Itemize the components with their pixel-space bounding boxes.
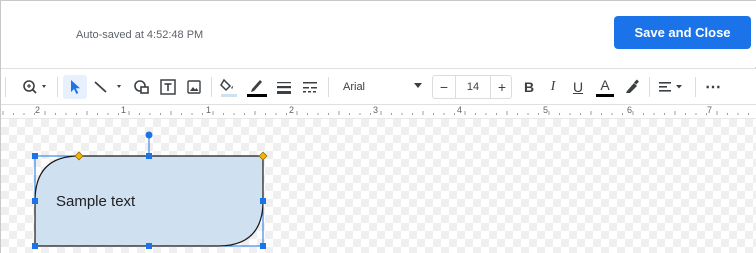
fill-color-icon	[220, 78, 237, 97]
align-button[interactable]	[655, 75, 689, 99]
toolbar-divider	[5, 77, 6, 97]
ruler-label: 7	[707, 105, 713, 115]
shape-text[interactable]: Sample text	[56, 193, 135, 210]
textbox-tool-button[interactable]	[157, 75, 179, 99]
text-color-swatch	[596, 93, 614, 97]
ruler-label: 2	[289, 105, 295, 115]
line-icon	[94, 81, 121, 93]
border-weight-icon	[277, 82, 291, 94]
toolbar-divider	[328, 77, 329, 97]
ruler-label: 1	[121, 105, 127, 115]
drawing-toolbar: Arial − 14 + B I U A ⋯	[1, 68, 756, 105]
increase-font-size-button[interactable]: +	[491, 76, 513, 98]
ruler-label: 3	[373, 105, 379, 115]
more-options-button[interactable]: ⋯	[701, 75, 725, 99]
border-dash-button[interactable]	[299, 75, 321, 99]
shape-icon	[134, 80, 149, 94]
font-size-control: − 14 +	[432, 75, 512, 99]
toolbar-divider	[649, 77, 650, 97]
decrease-font-size-button[interactable]: −	[433, 76, 455, 98]
zoom-icon	[23, 80, 46, 94]
zoom-button[interactable]	[21, 75, 51, 99]
border-dash-icon	[303, 82, 317, 93]
select-tool-button[interactable]	[63, 75, 87, 99]
image-icon	[187, 80, 201, 94]
italic-button[interactable]: I	[543, 75, 563, 99]
text-color-icon: A	[600, 76, 610, 93]
ruler-label: 1	[206, 105, 212, 115]
ruler-label: 6	[627, 105, 633, 115]
textbox-icon	[160, 79, 176, 95]
line-tool-button[interactable]	[91, 75, 127, 99]
font-size-input[interactable]: 14	[455, 76, 491, 98]
save-and-close-button[interactable]: Save and Close	[614, 16, 751, 49]
underline-icon: U	[572, 79, 584, 95]
font-name: Arial	[343, 81, 366, 93]
underline-button[interactable]: U	[567, 75, 589, 99]
fill-color-button[interactable]	[217, 75, 241, 99]
shape-tool-button[interactable]	[131, 75, 153, 99]
select-icon	[71, 80, 80, 94]
highlight-button[interactable]	[621, 75, 643, 99]
drawing-header: Auto-saved at 4:52:48 PM Save and Close	[1, 1, 756, 67]
image-tool-button[interactable]	[183, 75, 205, 99]
border-color-icon	[247, 80, 267, 97]
ruler-label: 5	[543, 105, 549, 115]
ruler-ticks	[2, 111, 749, 115]
chevron-down-icon	[414, 83, 422, 88]
autosave-status: Auto-saved at 4:52:48 PM	[76, 29, 204, 41]
italic-icon: I	[550, 79, 556, 94]
toolbar-divider	[695, 77, 696, 97]
align-icon	[659, 82, 682, 92]
ruler-label: 2	[35, 105, 41, 115]
border-color-button[interactable]	[245, 75, 269, 99]
highlight-icon	[626, 79, 639, 93]
drawing-window: Auto-saved at 4:52:48 PM Save and Close	[0, 0, 756, 253]
toolbar-divider	[211, 77, 212, 97]
toolbar-divider	[57, 77, 58, 97]
horizontal-ruler: 2 1 1 2 3 4 5 6 7	[1, 105, 756, 119]
bold-button[interactable]: B	[519, 75, 539, 99]
bold-icon: B	[523, 79, 535, 95]
ruler-label: 4	[457, 105, 463, 115]
drawing-canvas[interactable]	[1, 119, 756, 253]
more-icon: ⋯	[705, 79, 721, 96]
border-weight-button[interactable]	[273, 75, 295, 99]
text-color-button[interactable]: A	[593, 75, 617, 99]
